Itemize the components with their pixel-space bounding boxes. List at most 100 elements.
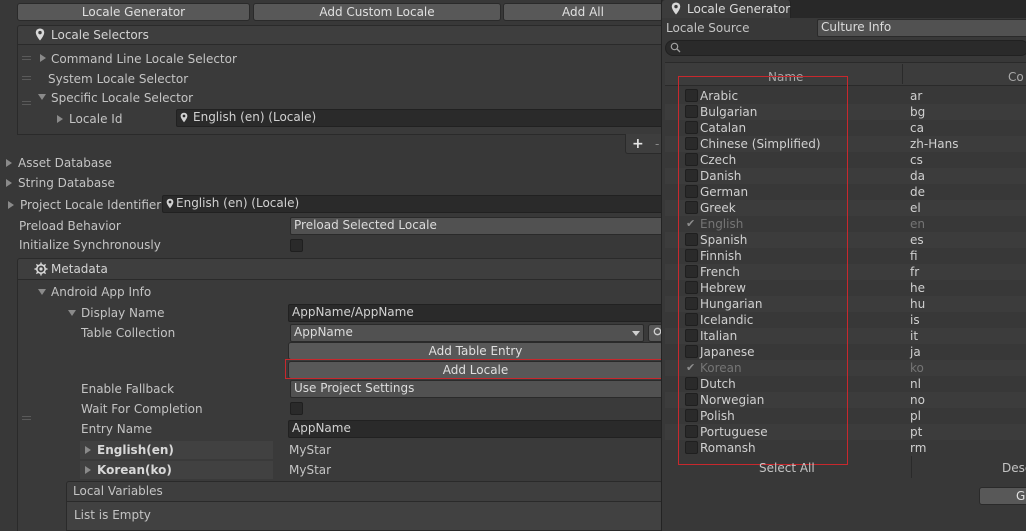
entry-locale-korean[interactable]: Korean(ko) <box>97 462 172 478</box>
display-name-field[interactable]: AppName/AppName <box>288 304 663 322</box>
table-collection-label: Table Collection <box>81 326 176 340</box>
locale-generator-window: Locale Generator Locale Source Culture I… <box>661 0 1026 531</box>
locale-id-label: Locale Id <box>69 112 123 126</box>
locale-code: no <box>910 393 925 407</box>
location-pin-icon <box>180 112 188 123</box>
locale-code: bg <box>910 105 926 119</box>
entry-name-field[interactable]: AppName <box>288 420 663 438</box>
drag-handle-icon[interactable] <box>22 416 31 420</box>
wait-for-completion-label: Wait For Completion <box>81 402 203 416</box>
locale-source-dropdown[interactable]: Culture Info <box>817 19 1026 37</box>
expand-arrow-icon[interactable] <box>85 446 91 454</box>
preload-behavior-dropdown[interactable]: Preload Selected Locale <box>290 217 663 235</box>
entry-name-label: Entry Name <box>81 422 153 436</box>
drag-handle-icon[interactable] <box>22 56 31 60</box>
wait-for-completion-checkbox[interactable] <box>290 402 303 415</box>
project-locale-identifier-label: Project Locale Identifier <box>20 198 162 212</box>
locale-code: zh-Hans <box>910 137 959 151</box>
locale-code: en <box>910 217 925 231</box>
expand-arrow-icon[interactable] <box>57 115 63 123</box>
button-divider <box>911 456 912 478</box>
collapse-arrow-icon[interactable] <box>38 289 46 295</box>
remove-item-button[interactable]: - <box>655 136 659 152</box>
metadata-gear-icon <box>34 262 48 276</box>
locale-code: es <box>910 233 924 247</box>
locale-code: da <box>910 169 925 183</box>
metadata-title: Metadata <box>51 262 108 276</box>
add-table-entry-button[interactable]: Add Table Entry <box>288 342 663 360</box>
select-all-button[interactable]: Select All <box>759 460 815 476</box>
locale-code: ar <box>910 89 923 103</box>
local-variables-body <box>66 502 663 531</box>
project-locale-identifier-field[interactable]: English (en) (Locale) <box>162 195 663 213</box>
locale-selectors-title: Locale Selectors <box>51 28 149 42</box>
collapse-arrow-icon[interactable] <box>38 94 46 100</box>
android-app-info-foldout[interactable]: Android App Info <box>51 284 151 300</box>
entry-value-english: MyStar <box>289 443 332 457</box>
specific-locale-selector[interactable]: Specific Locale Selector <box>51 90 193 106</box>
expand-arrow-icon[interactable] <box>6 179 12 187</box>
locale-generator-button[interactable]: Locale Generator <box>17 3 250 21</box>
location-pin-icon <box>35 28 45 41</box>
locale-code: pt <box>910 425 923 439</box>
locale-code: rm <box>910 441 927 455</box>
initialize-synchronously-label: Initialize Synchronously <box>19 238 161 252</box>
locale-code: nl <box>910 377 921 391</box>
locale-code: is <box>910 313 920 327</box>
locale-code: ko <box>910 361 924 375</box>
expand-arrow-icon[interactable] <box>8 201 14 209</box>
highlight-box <box>285 359 664 379</box>
location-pin-icon <box>671 2 681 15</box>
locale-code: ja <box>910 345 921 359</box>
chevron-down-icon <box>632 331 640 336</box>
locale-code: hu <box>910 297 926 311</box>
locale-id-value: English (en) (Locale) <box>193 110 317 124</box>
initialize-synchronously-checkbox[interactable] <box>290 239 303 252</box>
asset-database-foldout[interactable]: Asset Database <box>18 155 112 171</box>
generate-button[interactable]: G <box>979 487 1026 505</box>
system-locale-selector[interactable]: System Locale Selector <box>48 71 188 87</box>
column-divider <box>902 64 903 84</box>
locale-code: he <box>910 281 925 295</box>
enable-fallback-label: Enable Fallback <box>81 382 175 396</box>
string-database-foldout[interactable]: String Database <box>18 175 115 191</box>
deselect-all-button[interactable]: Dese <box>1002 460 1026 476</box>
locale-code: pl <box>910 409 921 423</box>
locale-source-label: Locale Source <box>666 21 750 35</box>
locale-code: fi <box>910 249 918 263</box>
enable-fallback-dropdown[interactable]: Use Project Settings <box>290 380 663 398</box>
table-collection-value: AppName <box>294 325 353 339</box>
locale-code: cs <box>910 153 923 167</box>
drag-handle-icon[interactable] <box>22 101 31 105</box>
expand-arrow-icon[interactable] <box>40 54 46 62</box>
local-variables-title: Local Variables <box>73 484 163 498</box>
search-field[interactable] <box>665 40 1026 56</box>
add-custom-locale-button[interactable]: Add Custom Locale <box>253 3 501 21</box>
expand-arrow-icon[interactable] <box>6 159 12 167</box>
locale-code: ca <box>910 121 924 135</box>
table-collection-dropdown[interactable]: AppName <box>290 324 644 342</box>
add-all-button[interactable]: Add All <box>503 3 663 21</box>
locale-code: it <box>910 329 919 343</box>
expand-arrow-icon[interactable] <box>85 466 91 474</box>
tab-title: Locale Generator <box>687 2 791 16</box>
locale-id-field[interactable]: English (en) (Locale) <box>176 109 663 127</box>
metadata-header <box>17 258 665 280</box>
locale-code: el <box>910 201 921 215</box>
highlight-box <box>678 76 848 465</box>
column-header-code[interactable]: Co <box>1008 69 1024 85</box>
entry-locale-english[interactable]: English(en) <box>97 442 174 458</box>
search-icon <box>670 42 681 53</box>
locale-code: fr <box>910 265 920 279</box>
entry-value-korean: MyStar <box>289 463 332 477</box>
display-name-label: Display Name <box>81 306 165 320</box>
list-empty-text: List is Empty <box>74 508 151 522</box>
location-pin-icon <box>166 198 174 209</box>
command-line-locale-selector[interactable]: Command Line Locale Selector <box>51 51 237 67</box>
add-item-button[interactable]: + <box>632 136 644 152</box>
locale-code: de <box>910 185 925 199</box>
collapse-arrow-icon[interactable] <box>68 310 76 316</box>
drag-handle-icon[interactable] <box>22 76 31 80</box>
project-locale-identifier-value: English (en) (Locale) <box>176 196 300 210</box>
preload-behavior-label: Preload Behavior <box>19 219 121 233</box>
